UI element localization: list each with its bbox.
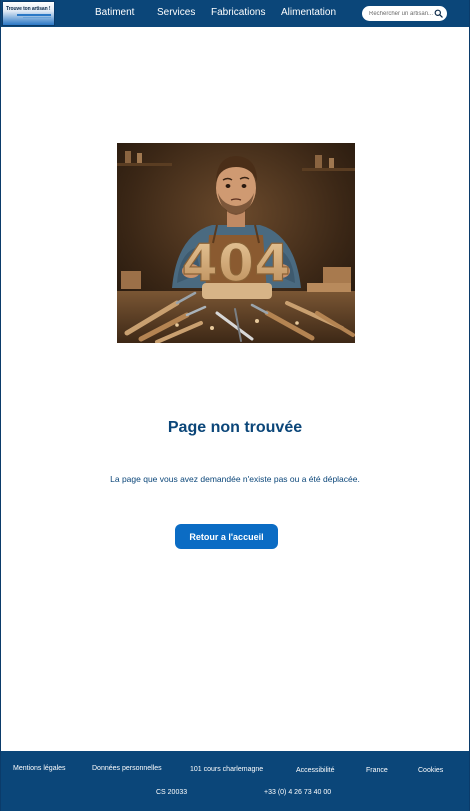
error-message: La page que vous avez demandée n'existe … xyxy=(110,474,360,484)
error-404-image: 404 xyxy=(117,143,355,343)
search-icon[interactable] xyxy=(434,9,443,18)
footer-postal: CS 20033 xyxy=(156,789,188,796)
nav-item-services[interactable]: Services xyxy=(157,7,195,18)
page-title: Page non trouvée xyxy=(167,419,303,436)
footer-phone: +33 (0) 4 26 73 40 00 xyxy=(264,789,332,796)
footer-link-accessibilite[interactable]: Accessibilité xyxy=(296,767,335,774)
footer-link-cookies[interactable]: Cookies xyxy=(418,767,443,774)
search-box xyxy=(362,6,447,21)
site-footer: Mentions légales Données personnelles 10… xyxy=(1,751,469,811)
footer-address: 101 cours charlemagne xyxy=(190,766,264,773)
logo-decoration xyxy=(17,14,51,16)
nav-item-batiment[interactable]: Batiment xyxy=(95,7,134,18)
site-logo[interactable]: Trouve ton artisan ! xyxy=(2,1,55,26)
logo-text: Trouve ton artisan ! xyxy=(6,6,51,12)
site-header: Trouve ton artisan ! Batiment Services F… xyxy=(1,0,469,27)
back-home-button[interactable]: Retour a l'accueil xyxy=(175,524,278,549)
nav-item-fabrications[interactable]: Fabrications xyxy=(211,7,265,18)
footer-link-france[interactable]: France xyxy=(366,767,388,774)
carpenter-404-illustration: 404 xyxy=(117,143,355,343)
nav-item-alimentation[interactable]: Alimentation xyxy=(281,7,336,18)
footer-link-mentions-legales[interactable]: Mentions légales xyxy=(13,765,66,772)
logo-decoration xyxy=(23,17,51,18)
search-input[interactable] xyxy=(369,7,437,20)
footer-link-donnees-personnelles[interactable]: Données personnelles xyxy=(92,765,162,772)
